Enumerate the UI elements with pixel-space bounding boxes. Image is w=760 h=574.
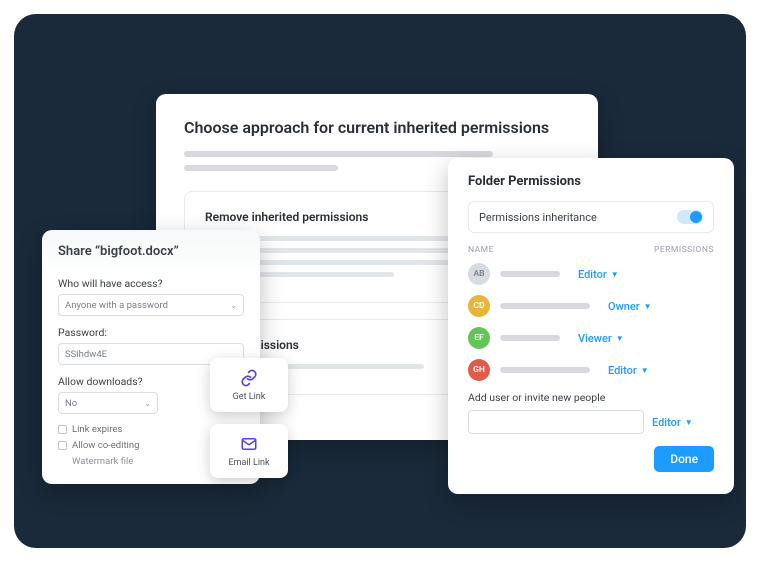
role-value: Editor — [578, 268, 607, 281]
add-user-row: Editor ▼ — [468, 410, 714, 434]
skeleton-line — [184, 151, 493, 157]
role-value: Editor — [608, 364, 637, 377]
caret-down-icon: ▼ — [611, 270, 619, 279]
link-icon — [239, 368, 259, 388]
name-placeholder — [500, 367, 590, 373]
permissions-inheritance-row: Permissions inheritance — [468, 201, 714, 233]
share-title: Share “bigfoot.docx” — [58, 244, 244, 259]
role-value: Editor — [652, 416, 681, 429]
permission-row: EF Viewer ▼ — [468, 327, 714, 349]
permission-role-select[interactable]: Viewer ▼ — [578, 332, 640, 345]
add-user-input[interactable] — [468, 410, 644, 434]
caret-down-icon: ▼ — [616, 334, 624, 343]
permission-role-select[interactable]: Editor ▼ — [608, 364, 670, 377]
folder-permissions-panel: Folder Permissions Permissions inheritan… — [448, 158, 734, 494]
avatar: EF — [468, 327, 490, 349]
get-link-card[interactable]: Get Link — [210, 358, 288, 412]
stage-background: Choose approach for current inherited pe… — [14, 14, 746, 548]
checkbox-box-icon — [58, 441, 67, 450]
caret-down-icon: ⌄ — [144, 399, 151, 408]
permission-role-select[interactable]: Editor ▼ — [578, 268, 640, 281]
email-link-label: Email Link — [228, 458, 269, 468]
checkbox-label: Link expires — [72, 424, 122, 435]
checkbox-label: Allow co-editing — [72, 440, 139, 451]
caret-down-icon: ⌄ — [230, 301, 237, 310]
downloads-select[interactable]: No ⌄ — [58, 392, 158, 414]
downloads-value: No — [65, 398, 77, 409]
name-placeholder — [500, 335, 560, 341]
password-label: Password: — [58, 326, 244, 339]
panel-title: Choose approach for current inherited pe… — [184, 118, 570, 137]
password-value: SSihdw4E — [65, 349, 107, 360]
role-value: Viewer — [578, 332, 612, 345]
caret-down-icon: ▼ — [641, 366, 649, 375]
role-value: Owner — [608, 300, 640, 313]
permission-row: AB Editor ▼ — [468, 263, 714, 285]
permission-row: CD Owner ▼ — [468, 295, 714, 317]
access-select[interactable]: Anyone with a password ⌄ — [58, 294, 244, 316]
access-label: Who will have access? — [58, 277, 244, 290]
skeleton-line — [184, 165, 338, 171]
permission-row: GH Editor ▼ — [468, 359, 714, 381]
avatar: CD — [468, 295, 490, 317]
avatar: GH — [468, 359, 490, 381]
permissions-column-header: PERMISSIONS — [654, 245, 714, 255]
avatar: AB — [468, 263, 490, 285]
name-placeholder — [500, 271, 560, 277]
permission-role-select[interactable]: Owner ▼ — [608, 300, 670, 313]
caret-down-icon: ▼ — [685, 418, 693, 427]
name-column-header: NAME — [468, 245, 654, 255]
inheritance-label: Permissions inheritance — [479, 211, 597, 224]
caret-down-icon: ▼ — [644, 302, 652, 311]
add-user-role-select[interactable]: Editor ▼ — [652, 416, 714, 429]
done-button[interactable]: Done — [654, 446, 714, 472]
name-placeholder — [500, 303, 590, 309]
add-user-label: Add user or invite new people — [468, 391, 714, 404]
get-link-label: Get Link — [233, 392, 266, 402]
mail-icon — [239, 434, 259, 454]
checkbox-box-icon — [58, 425, 67, 434]
inheritance-toggle[interactable] — [677, 210, 703, 224]
permissions-table-header: NAME PERMISSIONS — [468, 245, 714, 255]
folder-permissions-title: Folder Permissions — [468, 174, 714, 189]
access-value: Anyone with a password — [65, 300, 168, 311]
email-link-card[interactable]: Email Link — [210, 424, 288, 478]
